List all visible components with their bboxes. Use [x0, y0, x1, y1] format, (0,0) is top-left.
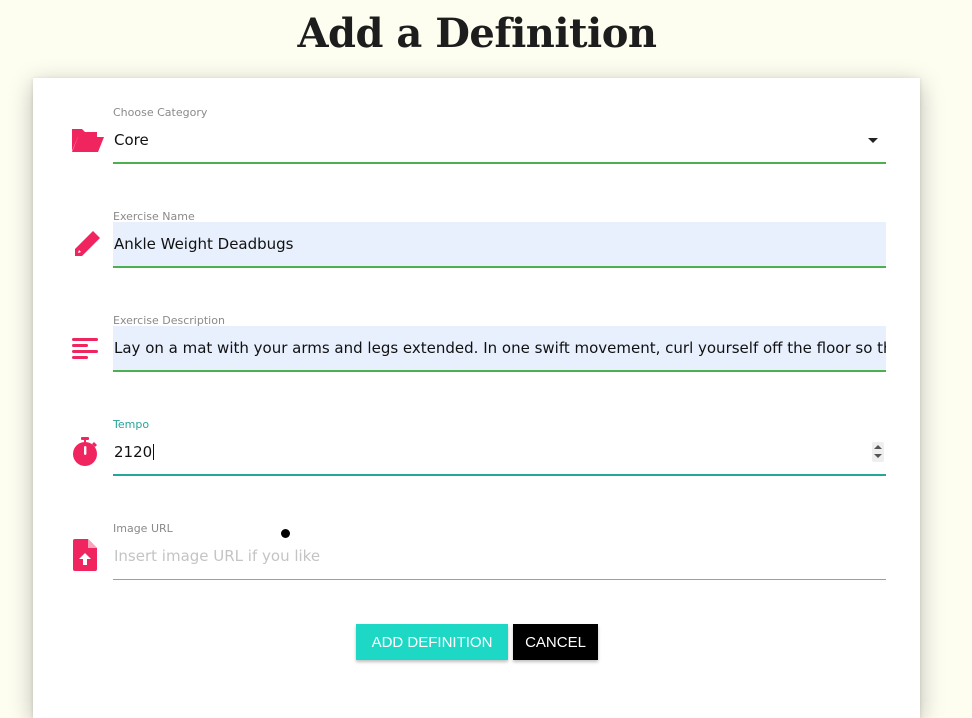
pencil-icon	[69, 226, 105, 262]
cancel-button[interactable]: CANCEL	[513, 624, 598, 660]
exercise-name-value: Ankle Weight Deadbugs	[114, 235, 294, 253]
image-url-field: Image URL Insert image URL if you like	[33, 514, 920, 604]
tempo-input[interactable]: 2120	[113, 430, 886, 476]
tempo-field: Tempo 2120	[33, 410, 920, 500]
image-url-input[interactable]: Insert image URL if you like	[113, 534, 886, 580]
file-upload-icon	[69, 536, 105, 572]
page-title: Add a Definition	[297, 10, 658, 57]
text-caret	[153, 444, 155, 460]
spinner-up-icon[interactable]	[874, 445, 882, 449]
exercise-description-input[interactable]: Lay on a mat with your arms and legs ext…	[113, 326, 886, 372]
spinner-down-icon[interactable]	[874, 454, 882, 458]
dropdown-arrow-icon[interactable]	[868, 138, 878, 143]
definition-form-card: Choose Category Core Exercise Name Ankle…	[33, 78, 920, 718]
stopwatch-icon	[69, 434, 105, 470]
align-left-icon	[69, 330, 105, 366]
exercise-description-value: Lay on a mat with your arms and legs ext…	[114, 339, 886, 357]
exercise-name-input[interactable]: Ankle Weight Deadbugs	[113, 222, 886, 268]
category-field: Choose Category Core	[33, 98, 920, 188]
exercise-description-field: Exercise Description Lay on a mat with y…	[33, 306, 920, 396]
exercise-name-field: Exercise Name Ankle Weight Deadbugs	[33, 202, 920, 292]
image-url-placeholder: Insert image URL if you like	[114, 547, 321, 565]
tempo-spinner[interactable]	[872, 442, 884, 462]
tempo-value: 2120	[114, 443, 153, 461]
folder-open-icon	[69, 122, 105, 158]
mouse-cursor-dot	[281, 529, 290, 538]
category-select[interactable]: Core	[113, 118, 886, 164]
add-definition-button[interactable]: ADD DEFINITION	[356, 624, 508, 660]
tempo-value-wrap: 2120	[114, 443, 155, 461]
category-selected-value: Core	[114, 131, 149, 149]
